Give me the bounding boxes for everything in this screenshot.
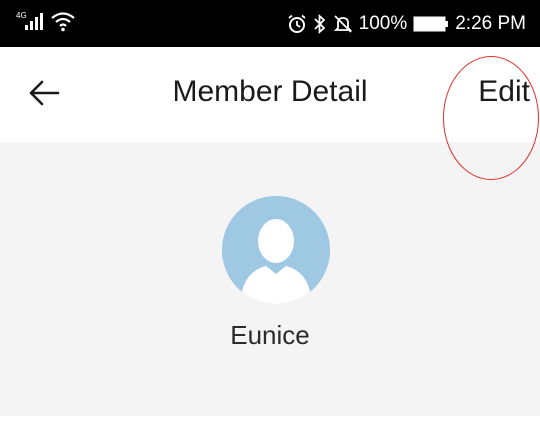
member-profile-section: Eunice bbox=[0, 142, 540, 421]
wifi-icon bbox=[50, 10, 76, 37]
status-left-group: 4G bbox=[16, 10, 76, 37]
status-right-group: 100% 2:26 PM bbox=[287, 0, 526, 47]
battery-percent: 100% bbox=[358, 12, 408, 34]
network-type-label: 4G bbox=[16, 11, 27, 20]
mute-icon bbox=[333, 14, 353, 34]
section-divider bbox=[0, 416, 540, 421]
default-avatar-icon bbox=[222, 196, 330, 304]
battery-icon bbox=[413, 16, 449, 32]
status-bar: 4G 100% 2:26 PM bbox=[0, 0, 540, 47]
annotation-circle bbox=[443, 56, 539, 180]
member-name: Eunice bbox=[230, 320, 310, 350]
clock-time: 2:26 PM bbox=[455, 12, 526, 34]
bluetooth-icon bbox=[313, 13, 327, 34]
alarm-icon bbox=[287, 14, 307, 34]
signal-icon: 4G bbox=[16, 10, 46, 37]
